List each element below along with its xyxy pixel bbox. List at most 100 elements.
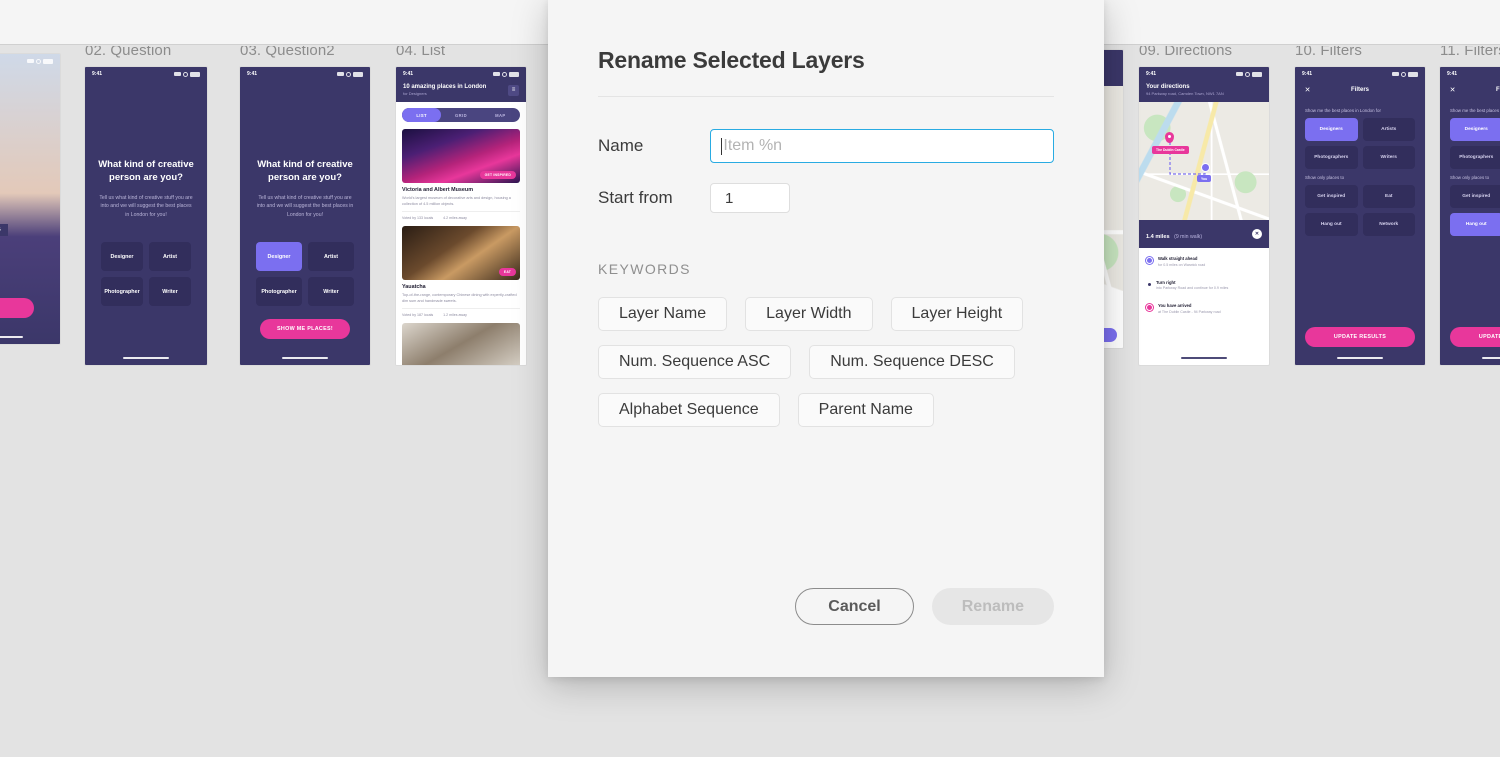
status-time: 9:41 bbox=[403, 71, 413, 77]
artboard-label: 02. Question bbox=[85, 46, 207, 59]
list-item[interactable]: GET INSPIRED Victoria and Albert Museum … bbox=[402, 129, 520, 220]
update-results-button[interactable]: UPDATE RESULTS bbox=[1450, 327, 1500, 347]
start-from-field-row: Start from 1 bbox=[598, 183, 1054, 213]
filters-group-1[interactable]: Designers Artists Photographers Writers bbox=[1295, 118, 1425, 169]
option-artist[interactable]: Artist bbox=[149, 242, 191, 271]
question-title: What kind of creative person are you? bbox=[85, 159, 207, 185]
segment-list[interactable]: LIST bbox=[402, 108, 441, 122]
filter-hang-out[interactable]: Hang out bbox=[1305, 213, 1358, 236]
keyword-num-sequence-asc[interactable]: Num. Sequence ASC bbox=[598, 345, 791, 379]
question-options[interactable]: Designer Artist Photographer Writer bbox=[85, 242, 207, 306]
keyword-num-sequence-desc[interactable]: Num. Sequence DESC bbox=[809, 345, 1015, 379]
place-title: Victoria and Albert Museum bbox=[402, 187, 520, 193]
name-input[interactable]: Item %n bbox=[710, 129, 1054, 163]
artboard-11-filters2[interactable]: 11. Filters 9:41 ✕ Filters Show me the b… bbox=[1440, 46, 1500, 365]
artboard-01-intro[interactable]: 9:41 LONDON IS CALLING Discover the best… bbox=[0, 46, 60, 344]
home-indicator bbox=[282, 357, 328, 360]
phone-frame: 9:41 LONDON IS CALLING Discover the best… bbox=[0, 54, 60, 344]
filter-photographers[interactable]: Photographers bbox=[1305, 146, 1358, 169]
dialog-divider bbox=[598, 96, 1054, 97]
close-icon[interactable]: ✕ bbox=[1303, 85, 1312, 94]
keyword-row: Num. Sequence ASC Num. Sequence DESC bbox=[598, 345, 1054, 379]
option-photographer[interactable]: Photographer bbox=[101, 277, 143, 306]
wifi-icon bbox=[346, 72, 351, 77]
category-tag: EAT bbox=[499, 268, 516, 276]
filters-group-2[interactable]: Get inspired Eat Hang out Network bbox=[1440, 185, 1500, 236]
name-label: Name bbox=[598, 136, 710, 156]
artboard-04-list[interactable]: 04. List 9:41 10 amazing places in Londo… bbox=[396, 46, 526, 365]
keyword-layer-width[interactable]: Layer Width bbox=[745, 297, 872, 331]
list-item[interactable]: EAT Yauatcha Top-of-the-range, contempor… bbox=[402, 226, 520, 317]
filters-group-1[interactable]: Designers Artists Photographers Writers bbox=[1440, 118, 1500, 169]
filter-photographers[interactable]: Photographers bbox=[1450, 146, 1500, 169]
option-artist[interactable]: Artist bbox=[308, 242, 354, 271]
artboard-02-question[interactable]: 02. Question 9:41 What kind of creative … bbox=[85, 46, 207, 365]
signal-icon bbox=[174, 72, 181, 76]
wifi-icon bbox=[1401, 72, 1406, 77]
wifi-icon bbox=[1245, 72, 1250, 77]
filter-eat[interactable]: Eat bbox=[1363, 185, 1416, 208]
directions-map[interactable]: The Dublin Castle You bbox=[1139, 102, 1269, 220]
filters-label-1: Show me the best places in London for bbox=[1440, 108, 1500, 113]
status-icons bbox=[1236, 72, 1262, 77]
option-writer[interactable]: Writer bbox=[149, 277, 191, 306]
step-marker-icon bbox=[1148, 283, 1151, 286]
filter-icon[interactable]: ≡ bbox=[508, 85, 519, 96]
filters-label-2: Show only places to bbox=[1440, 175, 1500, 180]
option-designer[interactable]: Designer bbox=[256, 242, 302, 271]
filter-hang-out[interactable]: Hang out bbox=[1450, 213, 1500, 236]
direction-step: Turn right into Parkway Road and continu… bbox=[1146, 280, 1262, 291]
close-icon[interactable]: ✕ bbox=[1252, 229, 1262, 239]
intro-cta[interactable]: GET STARTED bbox=[0, 298, 34, 318]
keyword-layer-name[interactable]: Layer Name bbox=[598, 297, 727, 331]
battery-icon bbox=[509, 72, 519, 77]
filter-designers[interactable]: Designers bbox=[1450, 118, 1500, 141]
show-me-places-button[interactable]: SHOW ME PLACES! bbox=[260, 319, 350, 339]
user-location-dot bbox=[1201, 163, 1210, 172]
wifi-icon bbox=[183, 72, 188, 77]
filter-get-inspired[interactable]: Get inspired bbox=[1450, 185, 1500, 208]
option-photographer[interactable]: Photographer bbox=[256, 277, 302, 306]
filter-designers[interactable]: Designers bbox=[1305, 118, 1358, 141]
category-tag: GET INSPIRED bbox=[480, 171, 516, 179]
filters-group-2[interactable]: Get inspired Eat Hang out Network bbox=[1295, 185, 1425, 236]
view-segmented-control[interactable]: LIST GRID MAP bbox=[402, 108, 520, 122]
keyword-layer-height[interactable]: Layer Height bbox=[891, 297, 1024, 331]
artboard-03-question2[interactable]: 03. Question2 9:41 What kind of creative… bbox=[240, 46, 370, 365]
keyword-parent-name[interactable]: Parent Name bbox=[798, 393, 934, 427]
segment-grid[interactable]: GRID bbox=[441, 108, 480, 122]
signal-icon bbox=[337, 72, 344, 76]
keyword-alphabet-sequence[interactable]: Alphabet Sequence bbox=[598, 393, 780, 427]
artboard-10-filters[interactable]: 10. Filters 9:41 ✕ Filters Show me the b… bbox=[1295, 46, 1425, 365]
question-options[interactable]: Designer Artist Photographer Writer bbox=[240, 242, 370, 306]
filter-writers[interactable]: Writers bbox=[1363, 146, 1416, 169]
step-marker-icon bbox=[1146, 304, 1153, 311]
update-results-button[interactable]: UPDATE RESULTS bbox=[1305, 327, 1415, 347]
status-icons bbox=[27, 59, 53, 64]
phone-frame: 9:41 What kind of creative person are yo… bbox=[85, 67, 207, 365]
cancel-button[interactable]: Cancel bbox=[795, 588, 913, 625]
close-icon[interactable]: ✕ bbox=[1448, 85, 1457, 94]
filters-header: ✕ Filters bbox=[1440, 81, 1500, 102]
directions-header: Your directions 94 Parkway road, Camden … bbox=[1139, 81, 1269, 102]
artboard-09-directions[interactable]: 09. Directions 9:41 Your directions 94 P… bbox=[1139, 46, 1269, 365]
filter-artists[interactable]: Artists bbox=[1363, 118, 1416, 141]
place-image: GET INSPIRED bbox=[402, 129, 520, 183]
directions-summary: 1.4 miles (9 min walk) ✕ bbox=[1139, 220, 1269, 248]
option-writer[interactable]: Writer bbox=[308, 277, 354, 306]
home-indicator bbox=[1181, 357, 1227, 360]
filter-network[interactable]: Network bbox=[1363, 213, 1416, 236]
status-icons bbox=[493, 72, 519, 77]
segment-map[interactable]: MAP bbox=[481, 108, 520, 122]
filter-get-inspired[interactable]: Get inspired bbox=[1305, 185, 1358, 208]
route-distance: 1.4 miles bbox=[1146, 234, 1170, 240]
place-image: EAT bbox=[402, 226, 520, 280]
status-bar: 9:41 bbox=[85, 67, 207, 81]
signal-icon bbox=[1236, 72, 1243, 76]
option-designer[interactable]: Designer bbox=[101, 242, 143, 271]
battery-icon bbox=[353, 72, 363, 77]
battery-icon bbox=[1408, 72, 1418, 77]
list-subheading: for Designers bbox=[403, 91, 486, 96]
start-from-input[interactable]: 1 bbox=[710, 183, 790, 213]
signal-icon bbox=[493, 72, 500, 76]
